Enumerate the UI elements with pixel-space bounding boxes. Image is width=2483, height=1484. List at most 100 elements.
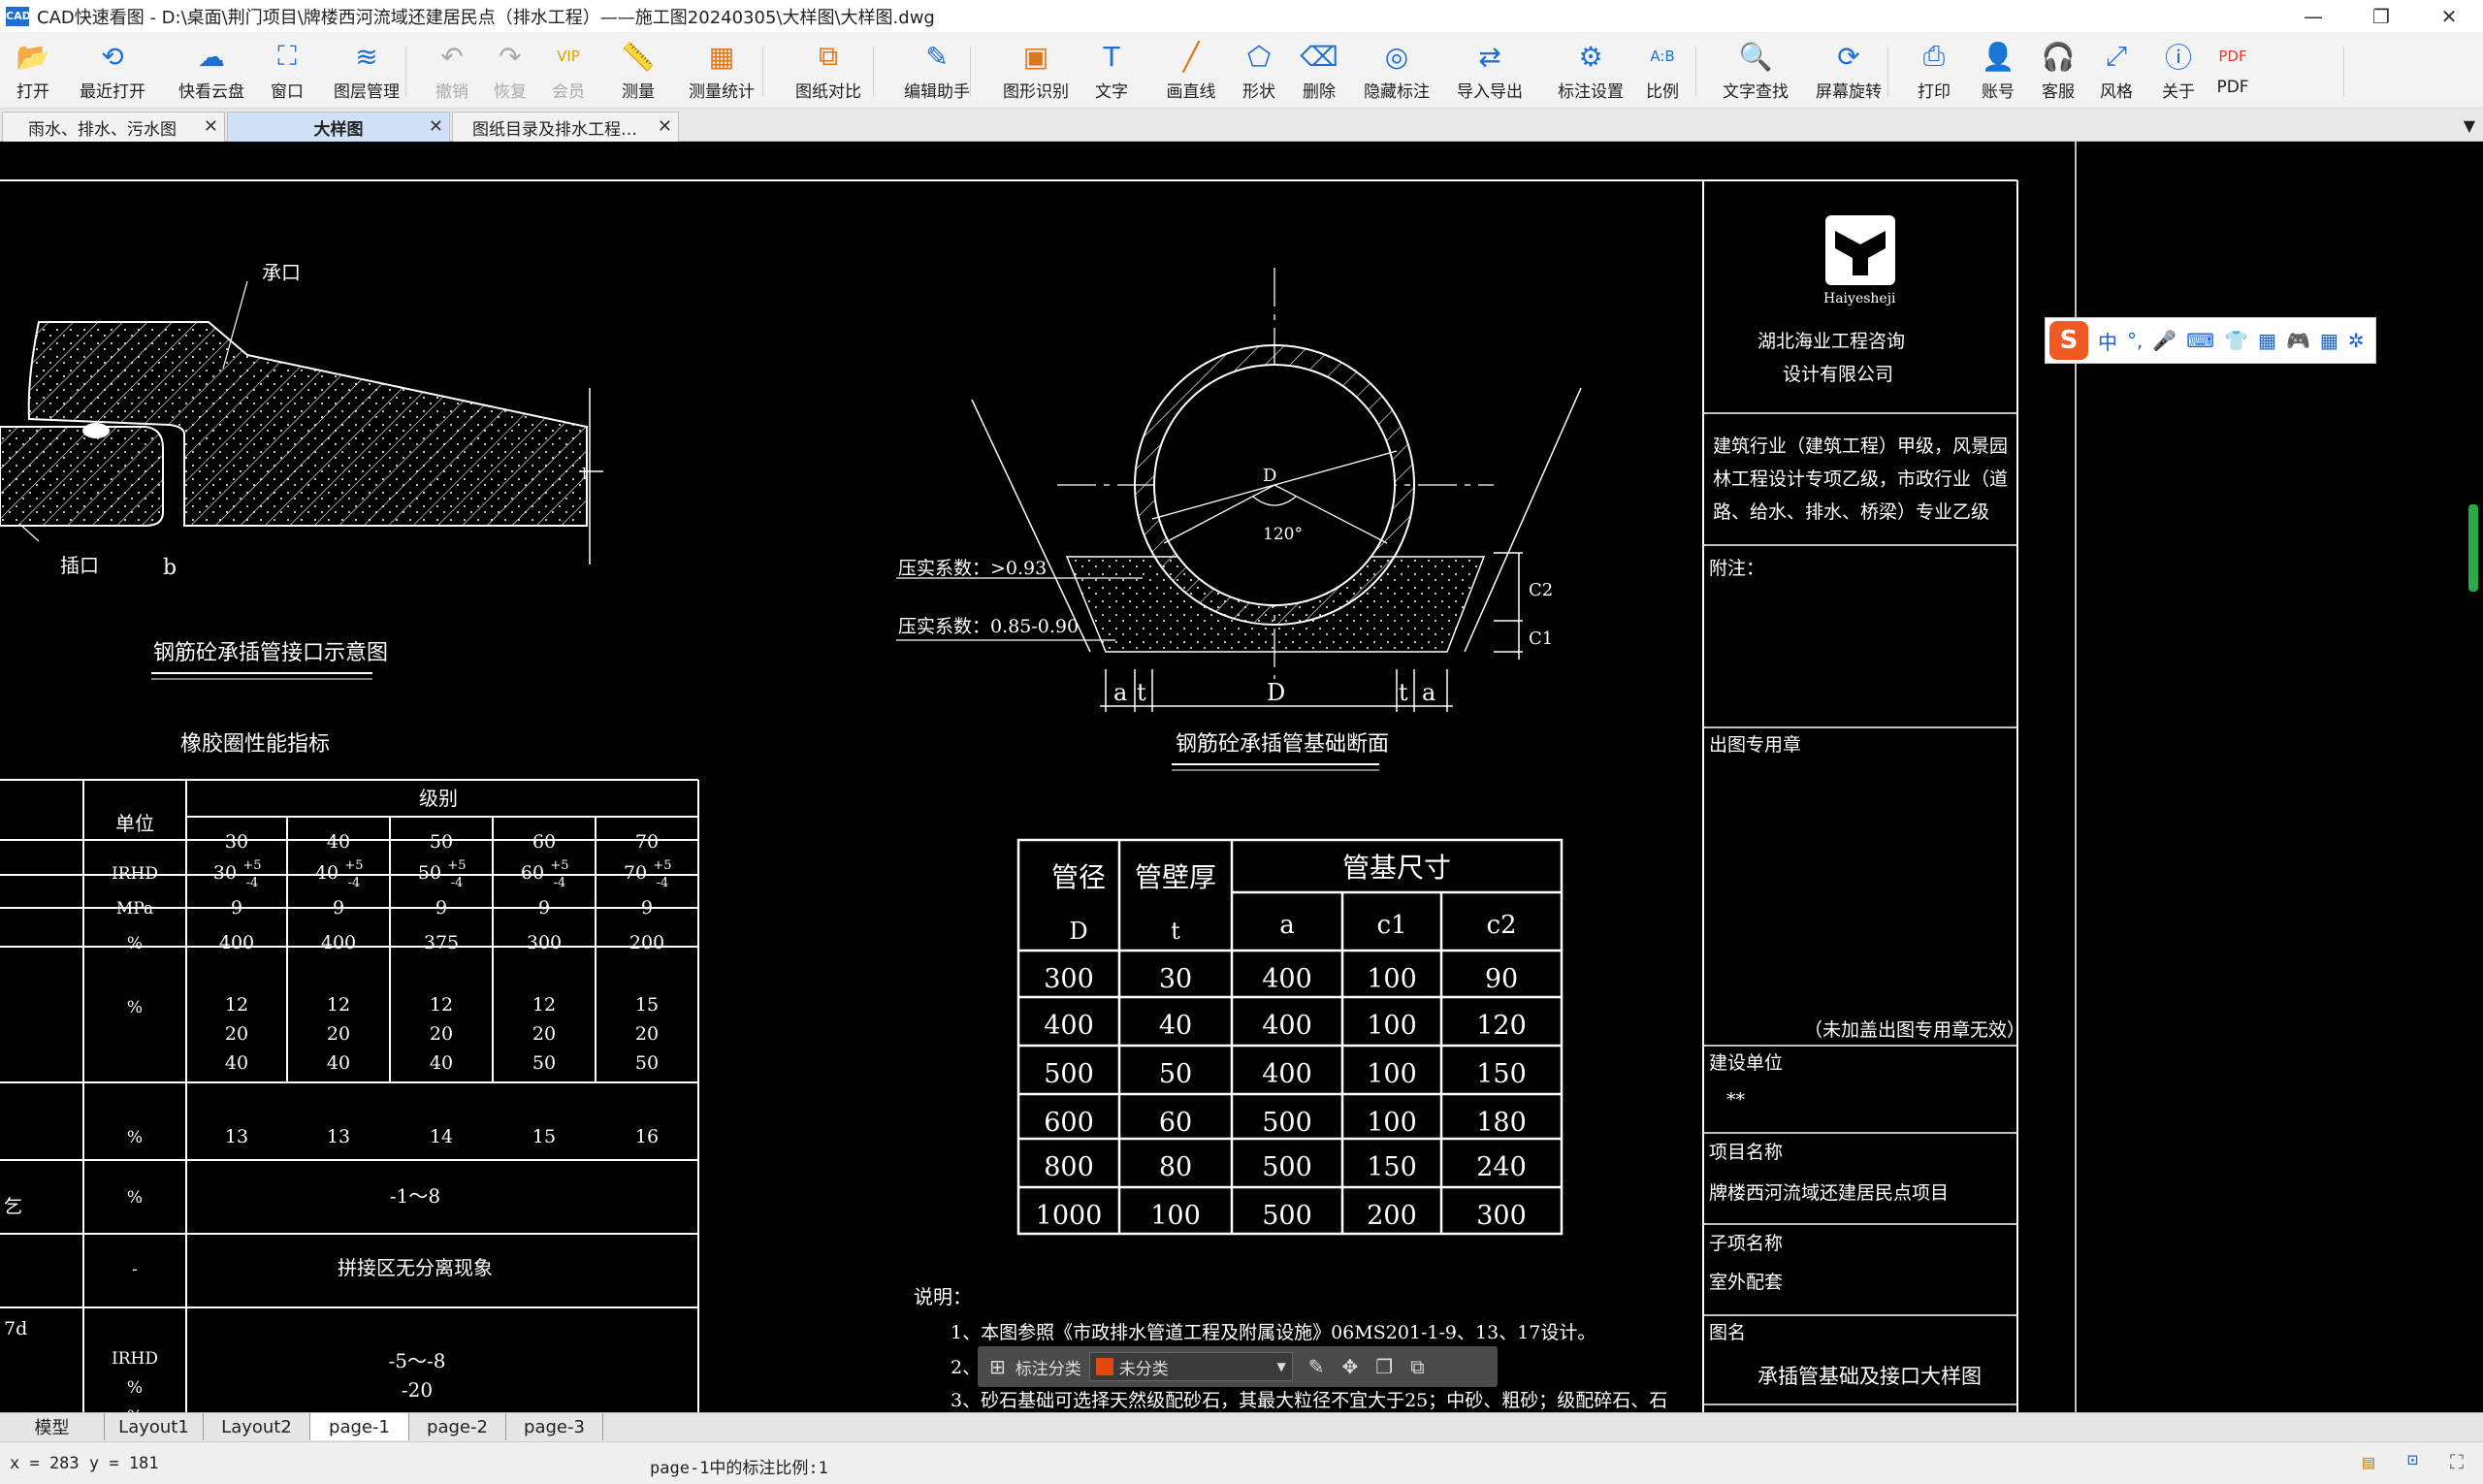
layers-button[interactable]: ≋ 图层管理 bbox=[322, 39, 411, 105]
gap-b-label: b bbox=[163, 556, 177, 580]
value-cell: 375 bbox=[424, 932, 459, 953]
text-search-button[interactable]: 🔍 文字查找 bbox=[1711, 39, 1800, 105]
copy-icon[interactable]: ❐ bbox=[1375, 1355, 1393, 1378]
text-icon: T bbox=[1103, 40, 1120, 73]
rubber-table-title: 橡胶圈性能指标 bbox=[180, 732, 330, 757]
line-button[interactable]: ╱ 画直线 bbox=[1156, 39, 1226, 105]
ime-skin-icon[interactable]: 👕 bbox=[2224, 329, 2248, 352]
vip-button[interactable]: VIP 会员 bbox=[541, 39, 596, 105]
hide-annotation-button[interactable]: ◎ 隐藏标注 bbox=[1352, 39, 1441, 105]
history-button[interactable]: ⟲ 最近打开 bbox=[68, 39, 157, 105]
col-diameter-header: 管径 bbox=[1051, 861, 1106, 893]
info-button[interactable]: ⓘ 关于 bbox=[2151, 39, 2206, 105]
tab-drawing-index[interactable]: 图纸目录及排水工程… ✕ bbox=[452, 112, 679, 142]
ime-apps-icon[interactable]: ▦ bbox=[2320, 329, 2338, 352]
edit-icon[interactable]: ✎ bbox=[1308, 1355, 1325, 1378]
import-export-button[interactable]: ⇄ 导入导出 bbox=[1445, 39, 1534, 105]
minimize-button[interactable]: — bbox=[2279, 0, 2347, 33]
toolbar-button-label: 画直线 bbox=[1166, 82, 1216, 102]
layout-tab-page-1[interactable]: page-1 bbox=[310, 1413, 409, 1440]
tolerance-upper: +5 bbox=[653, 858, 671, 873]
compare-button[interactable]: ⧉ 图纸对比 bbox=[784, 39, 873, 105]
pdf-button[interactable]: PDF PDF bbox=[2208, 39, 2258, 105]
annotation-category-select[interactable]: 未分类 ▼ bbox=[1088, 1352, 1293, 1381]
move-icon[interactable]: ✥ bbox=[1342, 1355, 1359, 1378]
folder-open-button[interactable]: 📂 打开 bbox=[6, 39, 60, 105]
redo-button[interactable]: ↷ 恢复 bbox=[483, 39, 537, 105]
company-line-1: 湖北海业工程咨询 bbox=[1757, 331, 1905, 352]
table-cell: 60 bbox=[1159, 1108, 1192, 1138]
measure-button[interactable]: 📏 测量 bbox=[609, 39, 667, 105]
text-button[interactable]: T 文字 bbox=[1084, 39, 1139, 105]
logo-text: Haiyesheji bbox=[1823, 291, 1896, 306]
layout-tab-layout1[interactable]: Layout1 bbox=[105, 1413, 204, 1440]
window-button[interactable]: ⛶ 窗口 bbox=[260, 39, 314, 105]
ime-punctuation-icon[interactable]: °, bbox=[2127, 329, 2143, 352]
shape-button[interactable]: ⬠ 形状 bbox=[1232, 39, 1286, 105]
value-cell: 40 bbox=[315, 862, 339, 884]
tab-rain-sewage[interactable]: 雨水、排水、污水图 ✕ bbox=[2, 112, 225, 142]
cloud-button[interactable]: ☁ 快看云盘 bbox=[167, 39, 256, 105]
annotation-settings-button[interactable]: ⚙ 标注设置 bbox=[1546, 39, 1635, 105]
toolbar-button-label: 打印 bbox=[1918, 82, 1951, 102]
ime-settings-icon[interactable]: ✲ bbox=[2348, 329, 2365, 352]
table-cell: 150 bbox=[1367, 1152, 1417, 1182]
toolbar-button-label: 快看云盘 bbox=[178, 82, 244, 102]
table-cell: 100 bbox=[1150, 1201, 1201, 1231]
tab-list-dropdown-icon[interactable]: ▼ bbox=[2464, 116, 2475, 135]
rotate-screen-button[interactable]: ⟳ 屏幕旋转 bbox=[1804, 39, 1893, 105]
close-tab-icon[interactable]: ✕ bbox=[658, 116, 672, 137]
project-value: 牌楼西河流域还建居民点项目 bbox=[1709, 1182, 1949, 1204]
tab-detail-drawing[interactable]: 大样图 ✕ bbox=[227, 112, 450, 142]
grade-cell: 50 bbox=[430, 831, 453, 853]
close-tab-icon[interactable]: ✕ bbox=[429, 116, 443, 137]
app-logo-icon: CAD bbox=[6, 6, 31, 26]
c1-dimension: C1 bbox=[1529, 629, 1553, 649]
shape-recognition-button[interactable]: ▣ 图形识别 bbox=[991, 39, 1080, 105]
layout-tab-page-2[interactable]: page-2 bbox=[409, 1413, 506, 1440]
ime-toolbox-icon[interactable]: ▦ bbox=[2258, 329, 2276, 352]
grid-menu-icon[interactable]: ⊞ bbox=[989, 1355, 1006, 1378]
sogou-logo-icon[interactable]: S bbox=[2049, 321, 2088, 360]
close-tab-icon[interactable]: ✕ bbox=[204, 116, 218, 137]
ime-toolbar[interactable]: S 中 °, 🎤 ⌨ 👕 ▦ 🎮 ▦ ✲ bbox=[2045, 317, 2376, 364]
ime-game-icon[interactable]: 🎮 bbox=[2286, 329, 2310, 352]
layout-tab-layout2[interactable]: Layout2 bbox=[204, 1413, 310, 1440]
ime-voice-icon[interactable]: 🎤 bbox=[2152, 329, 2177, 352]
account-button[interactable]: 👤 账号 bbox=[1971, 39, 2025, 105]
edit-assistant-button[interactable]: ✎ 编辑助手 bbox=[892, 39, 982, 105]
layout-tab-page-3[interactable]: page-3 bbox=[506, 1413, 603, 1440]
col-thickness-symbol: t bbox=[1171, 918, 1180, 945]
drawing-canvas[interactable]: 承口 插口 b l 钢筋砼承插管接口示意图 橡胶圈性能指标 单位 级别 30 40 50… bbox=[0, 142, 2483, 1412]
note-3: 3、砂石基础可选择天然级配砂石，其最大粒径不宜大于25；中砂、粗砂；级配碎石、石 bbox=[951, 1390, 1667, 1411]
socket-label: 承口 bbox=[262, 261, 301, 284]
value-cell: 30 bbox=[213, 862, 237, 884]
toolbar-button-label: 隐藏标注 bbox=[1364, 82, 1430, 102]
paste-icon[interactable]: ⧉ bbox=[1410, 1355, 1424, 1378]
grade-cell: 40 bbox=[327, 831, 350, 853]
maximize-button[interactable]: ❐ bbox=[2347, 0, 2415, 33]
side-scroll-indicator[interactable] bbox=[2468, 504, 2478, 592]
shape-icon: ⬠ bbox=[1246, 40, 1272, 73]
close-button[interactable]: ✕ bbox=[2415, 0, 2483, 33]
value-cell: 50 bbox=[418, 862, 441, 884]
measure-icon: 📏 bbox=[621, 40, 656, 73]
title-bar: CAD CAD快速看图 - D:\桌面\荆门项目\牌楼西河流域还建居民点（排水工… bbox=[0, 0, 2483, 33]
layer-status-icon[interactable]: ▤ bbox=[2363, 1450, 2374, 1473]
layout-tab-模型[interactable]: 模型 bbox=[0, 1413, 105, 1440]
headset-icon: 🎧 bbox=[2041, 40, 2076, 73]
screen-fit-icon[interactable]: ⛶ bbox=[2450, 1450, 2464, 1473]
ime-keyboard-icon[interactable]: ⌨ bbox=[2186, 329, 2214, 352]
value-cell: 12 bbox=[532, 994, 556, 1016]
undo-button[interactable]: ↶ 撤销 bbox=[425, 39, 479, 105]
ortho-toggle-icon[interactable]: ⊡ bbox=[2407, 1450, 2418, 1470]
print-button[interactable]: ⎙ 打印 bbox=[1907, 39, 1961, 105]
toolbar-separator bbox=[970, 47, 971, 97]
headset-button[interactable]: 🎧 客服 bbox=[2031, 39, 2085, 105]
scale-button[interactable]: A:B 比例 bbox=[1635, 39, 1690, 105]
measure-stats-button[interactable]: ▦ 测量统计 bbox=[677, 39, 766, 105]
eraser-button[interactable]: ⌫ 删除 bbox=[1292, 39, 1346, 105]
style-button[interactable]: ⤢ 风格 bbox=[2089, 39, 2144, 105]
sub-header: a bbox=[1279, 911, 1295, 940]
ime-chinese-mode[interactable]: 中 bbox=[2098, 327, 2117, 355]
